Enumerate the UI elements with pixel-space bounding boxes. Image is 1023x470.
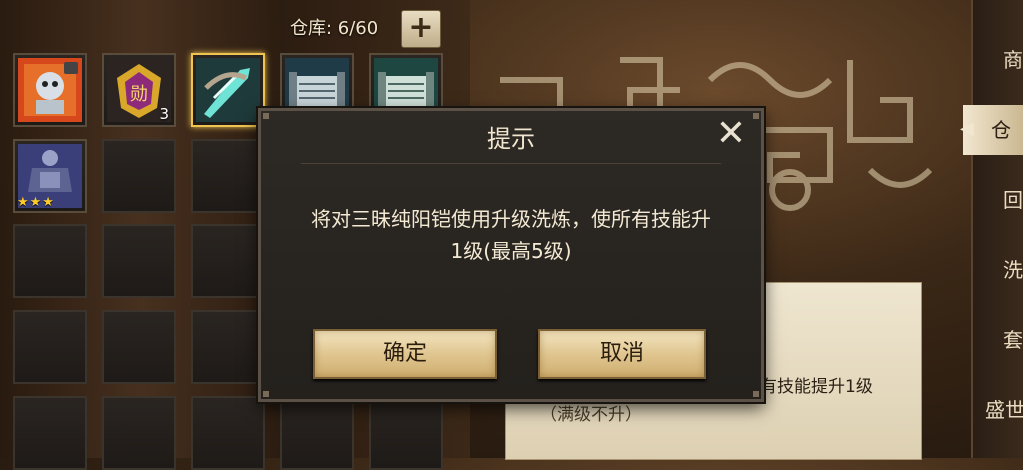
- tab-shop[interactable]: 商: [975, 35, 1023, 85]
- inventory-slot[interactable]: ★★★: [13, 139, 87, 213]
- inventory-slot-selected[interactable]: [191, 53, 265, 127]
- empty-inventory-slot[interactable]: [13, 396, 87, 470]
- empty-inventory-slot[interactable]: [102, 224, 176, 298]
- dialog-message: 将对三昧纯阳铠使用升级洗炼，使所有技能升 1级(最高5级): [271, 203, 751, 267]
- inventory-slot[interactable]: [13, 53, 87, 127]
- dialog-corner-ornament: [263, 391, 269, 397]
- dialog-corner-ornament: [753, 391, 759, 397]
- empty-inventory-slot[interactable]: [13, 224, 87, 298]
- empty-inventory-slot[interactable]: [280, 396, 354, 470]
- empty-inventory-slot[interactable]: [369, 396, 443, 470]
- empty-inventory-slot[interactable]: [191, 224, 265, 298]
- expand-storage-button[interactable]: +: [401, 10, 441, 48]
- dialog-message-line: 1级(最高5级): [450, 239, 572, 263]
- confirm-dialog: 提示 ✕ 将对三昧纯阳铠使用升级洗炼，使所有技能升 1级(最高5级) 确定 取消: [258, 108, 764, 402]
- cancel-button[interactable]: 取消: [538, 329, 706, 379]
- detail-note: （满级不升）: [540, 405, 642, 425]
- jade-blade-icon: [196, 58, 260, 122]
- empty-inventory-slot[interactable]: [191, 139, 265, 213]
- tab-prosperity[interactable]: 盛世: [975, 385, 1023, 435]
- empty-inventory-slot[interactable]: [191, 310, 265, 384]
- star-rating: ★★★: [17, 195, 55, 210]
- chevron-left-icon: ◀: [960, 118, 974, 139]
- tab-set[interactable]: 套: [975, 315, 1023, 365]
- dialog-title: 提示: [487, 125, 535, 153]
- title-divider: [301, 163, 721, 164]
- empty-inventory-slot[interactable]: [13, 310, 87, 384]
- storage-capacity-label: 仓库: 6/60: [290, 18, 379, 39]
- svg-text:勋: 勋: [130, 84, 148, 105]
- tab-recycle[interactable]: 回: [975, 175, 1023, 225]
- empty-inventory-slot[interactable]: [102, 396, 176, 470]
- tab-refine[interactable]: 洗: [975, 245, 1023, 295]
- item-quantity: 3: [159, 105, 169, 123]
- inventory-slot[interactable]: 勋 3: [102, 53, 176, 127]
- detail-text: 有技能提升1级: [760, 377, 873, 397]
- side-tab-panel: 商 仓 回 洗 套 盛世: [963, 0, 1023, 458]
- confirm-button[interactable]: 确定: [313, 329, 497, 379]
- empty-inventory-slot[interactable]: [191, 396, 265, 470]
- empty-inventory-slot[interactable]: [102, 310, 176, 384]
- empty-inventory-slot[interactable]: [102, 139, 176, 213]
- dialog-message-line: 将对三昧纯阳铠使用升级洗炼，使所有技能升: [311, 207, 711, 231]
- armor-fire-skull-icon: [18, 58, 82, 122]
- close-icon[interactable]: ✕: [713, 116, 749, 153]
